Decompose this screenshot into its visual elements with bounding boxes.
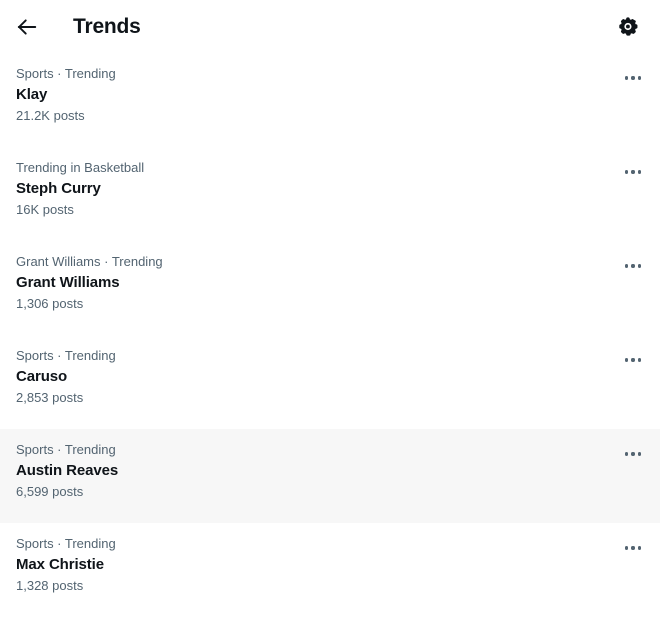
trend-more-button[interactable] — [616, 531, 650, 565]
trend-post-count: 1,328 posts — [16, 578, 84, 593]
more-horizontal-icon — [624, 76, 642, 80]
trend-post-count: 16K posts — [16, 202, 74, 217]
trend-name: Caruso — [16, 368, 68, 385]
trend-category: Sports · Trending — [16, 66, 116, 81]
page-title: Trends — [73, 14, 141, 38]
settings-button[interactable] — [610, 10, 644, 44]
trend-name: Max Christie — [16, 556, 104, 573]
trend-category: Sports · Trending — [16, 348, 116, 363]
trend-category: Sports · Trending — [16, 536, 116, 551]
trend-row[interactable]: Trending in Basketball Steph Curry 16K p… — [0, 147, 660, 241]
trend-category: Trending in Basketball — [16, 160, 145, 175]
trend-content: Sports · Trending Austin Reaves 6,599 po… — [16, 441, 616, 500]
more-horizontal-icon — [624, 452, 642, 456]
trend-row[interactable]: Sports · Trending Austin Reaves 6,599 po… — [0, 429, 660, 523]
trend-more-button[interactable] — [616, 155, 650, 189]
trend-more-button[interactable] — [616, 437, 650, 471]
trend-name: Steph Curry — [16, 180, 101, 197]
trend-content: Sports · Trending Max Christie 1,328 pos… — [16, 535, 616, 594]
trend-content: Sports · Trending Klay 21.2K posts — [16, 65, 616, 124]
back-button[interactable] — [10, 10, 44, 44]
trend-category: Sports · Trending — [16, 442, 116, 457]
trend-content: Grant Williams · Trending Grant Williams… — [16, 253, 616, 312]
arrow-left-icon — [16, 16, 38, 38]
trend-more-button[interactable] — [616, 343, 650, 377]
trend-post-count: 2,853 posts — [16, 390, 84, 405]
trend-content: Trending in Basketball Steph Curry 16K p… — [16, 159, 616, 218]
trend-more-button[interactable] — [616, 61, 650, 95]
trend-row[interactable]: Sports · Trending Klay 21.2K posts — [0, 53, 660, 147]
trend-row[interactable]: Sports · Trending Max Christie 1,328 pos… — [0, 523, 660, 617]
trend-more-button[interactable] — [616, 249, 650, 283]
trend-post-count: 21.2K posts — [16, 108, 85, 123]
more-horizontal-icon — [624, 170, 642, 174]
trend-post-count: 6,599 posts — [16, 484, 84, 499]
trend-post-count: 1,306 posts — [16, 296, 84, 311]
trend-row[interactable]: Grant Williams · Trending Grant Williams… — [0, 241, 660, 335]
trends-list: Sports · Trending Klay 21.2K posts Trend… — [0, 53, 660, 617]
trend-row[interactable]: Sports · Trending Caruso 2,853 posts — [0, 335, 660, 429]
gear-icon — [617, 16, 638, 37]
more-horizontal-icon — [624, 358, 642, 362]
trend-name: Austin Reaves — [16, 462, 119, 479]
trend-name: Klay — [16, 86, 48, 103]
page-header: Trends — [0, 0, 660, 53]
more-horizontal-icon — [624, 546, 642, 550]
trend-category: Grant Williams · Trending — [16, 254, 163, 269]
trend-content: Sports · Trending Caruso 2,853 posts — [16, 347, 616, 406]
trend-name: Grant Williams — [16, 274, 120, 291]
more-horizontal-icon — [624, 264, 642, 268]
